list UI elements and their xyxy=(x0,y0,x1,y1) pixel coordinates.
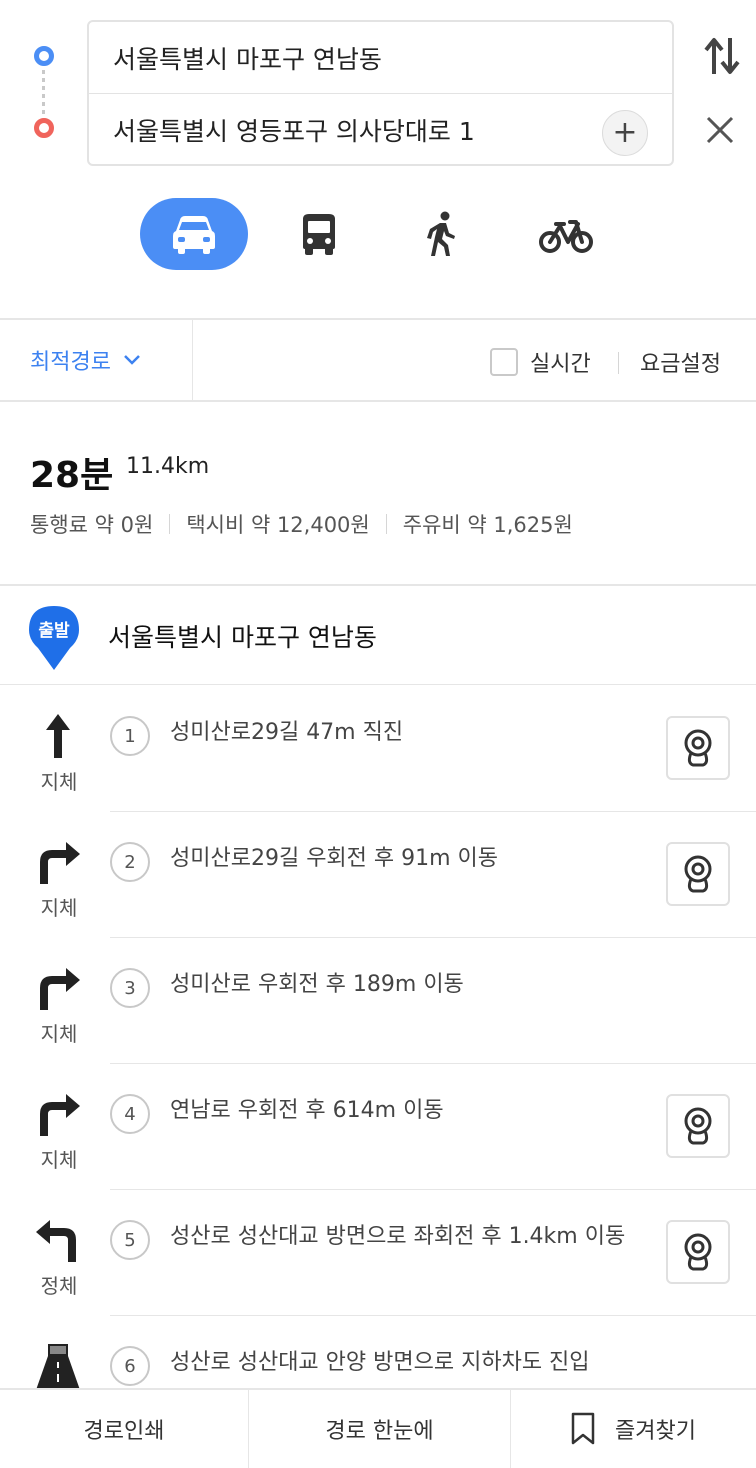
mode-bike-button[interactable] xyxy=(530,198,602,270)
divider xyxy=(385,514,387,534)
route-step[interactable]: 지체 2 성미산로29길 우회전 후 91m 이동 xyxy=(0,812,756,938)
divider xyxy=(0,400,756,402)
travel-time: 28분 xyxy=(30,455,114,496)
step-instruction: 연남로 우회전 후 614m 이동 xyxy=(170,1098,444,1123)
step-number: 3 xyxy=(110,968,150,1008)
traffic-status: 정체 xyxy=(40,1274,78,1298)
step-number: 2 xyxy=(110,842,150,882)
traffic-status: 지체 xyxy=(40,770,78,794)
realtime-label: 실시간 xyxy=(530,352,591,377)
step-instruction: 성산로 성산대교 방면으로 좌회전 후 1.4km 이동 xyxy=(170,1224,626,1249)
turn-left-arrow-icon xyxy=(36,1220,76,1262)
route-options-bar: 최적경로 실시간 요금설정 xyxy=(0,320,756,400)
cctv-button[interactable] xyxy=(666,1094,730,1158)
favorite-button[interactable]: 즐겨찾기 xyxy=(511,1390,756,1468)
route-connector xyxy=(42,70,45,116)
divider xyxy=(618,352,619,374)
mode-walk-button[interactable] xyxy=(406,198,476,270)
route-type-dropdown[interactable]: 최적경로 xyxy=(0,320,193,400)
bus-icon xyxy=(303,214,335,255)
realtime-toggle[interactable]: 실시간 xyxy=(490,346,591,378)
divider xyxy=(0,684,756,685)
step-number: 4 xyxy=(110,1094,150,1134)
close-icon xyxy=(706,116,734,144)
step-instruction: 성미산로 우회전 후 189m 이동 xyxy=(170,972,464,997)
traffic-status: 지체 xyxy=(40,1022,78,1046)
tunnel-icon xyxy=(36,1344,80,1390)
cctv-icon xyxy=(684,855,712,893)
traffic-status: 지체 xyxy=(40,1148,78,1172)
cctv-icon xyxy=(684,1107,712,1145)
straight-arrow-icon xyxy=(46,714,70,758)
bookmark-icon xyxy=(571,1412,595,1445)
close-button[interactable] xyxy=(700,108,740,152)
favorite-label: 즐겨찾기 xyxy=(615,1419,696,1444)
route-step[interactable]: 정체 5 성산로 성산대교 방면으로 좌회전 후 1.4km 이동 xyxy=(0,1190,756,1316)
cctv-button[interactable] xyxy=(666,1220,730,1284)
toll-cost: 통행료 약 0원 xyxy=(30,513,154,537)
cctv-button[interactable] xyxy=(666,842,730,906)
fuel-cost: 주유비 약 1,625원 xyxy=(402,513,573,537)
mode-bus-button[interactable] xyxy=(284,198,354,270)
realtime-checkbox[interactable] xyxy=(490,348,518,376)
chevron-down-icon xyxy=(124,355,140,365)
travel-distance: 11.4km xyxy=(126,454,210,479)
add-waypoint-button[interactable]: + xyxy=(602,110,648,156)
route-overview-button[interactable]: 경로 한눈에 xyxy=(249,1390,511,1468)
car-icon xyxy=(173,216,215,254)
turn-right-arrow-icon xyxy=(40,1094,80,1136)
route-step[interactable]: 지체 3 성미산로 우회전 후 189m 이동 xyxy=(0,938,756,1064)
turn-right-arrow-icon xyxy=(40,968,80,1010)
destination-dot-icon xyxy=(34,118,54,138)
fare-settings-button[interactable]: 요금설정 xyxy=(640,346,721,378)
step-number: 5 xyxy=(110,1220,150,1260)
step-number: 1 xyxy=(110,716,150,756)
traffic-status: 지체 xyxy=(40,896,78,920)
bottom-toolbar: 경로인쇄 경로 한눈에 즐겨찾기 xyxy=(0,1388,756,1468)
cost-summary: 통행료 약 0원 택시비 약 12,400원 주유비 약 1,625원 xyxy=(30,509,573,539)
destination-field[interactable]: 서울특별시 영등포구 의사당대로 1 xyxy=(89,94,672,166)
swap-icon xyxy=(704,38,740,74)
cctv-icon xyxy=(684,1233,712,1271)
bike-icon xyxy=(539,220,593,253)
divider xyxy=(169,514,171,534)
start-pin-icon: 출발 xyxy=(28,604,80,676)
step-instruction: 성미산로29길 47m 직진 xyxy=(170,720,404,745)
start-badge: 출발 xyxy=(38,621,70,641)
cctv-icon xyxy=(684,729,712,767)
mode-car-button[interactable] xyxy=(140,198,248,270)
walk-icon xyxy=(427,211,455,256)
swap-route-button[interactable] xyxy=(702,34,742,78)
step-instruction: 성미산로29길 우회전 후 91m 이동 xyxy=(170,846,499,871)
divider xyxy=(0,584,756,586)
cctv-button[interactable] xyxy=(666,716,730,780)
route-step[interactable]: 지체 4 연남로 우회전 후 614m 이동 xyxy=(0,1064,756,1190)
route-type-label: 최적경로 xyxy=(30,350,111,375)
print-route-button[interactable]: 경로인쇄 xyxy=(0,1390,249,1468)
turn-right-arrow-icon xyxy=(40,842,80,884)
route-step[interactable]: 지체 1 성미산로29길 47m 직진 xyxy=(0,686,756,812)
taxi-cost: 택시비 약 12,400원 xyxy=(186,513,370,537)
origin-field[interactable]: 서울특별시 마포구 연남동 xyxy=(89,22,672,94)
start-location: 서울특별시 마포구 연남동 xyxy=(108,623,377,652)
step-instruction: 성산로 성산대교 안양 방면으로 지하차도 진입 xyxy=(170,1350,590,1375)
route-search-box: 서울특별시 마포구 연남동 서울특별시 영등포구 의사당대로 1 + xyxy=(87,20,674,166)
step-number: 6 xyxy=(110,1346,150,1386)
origin-dot-icon xyxy=(34,46,54,66)
